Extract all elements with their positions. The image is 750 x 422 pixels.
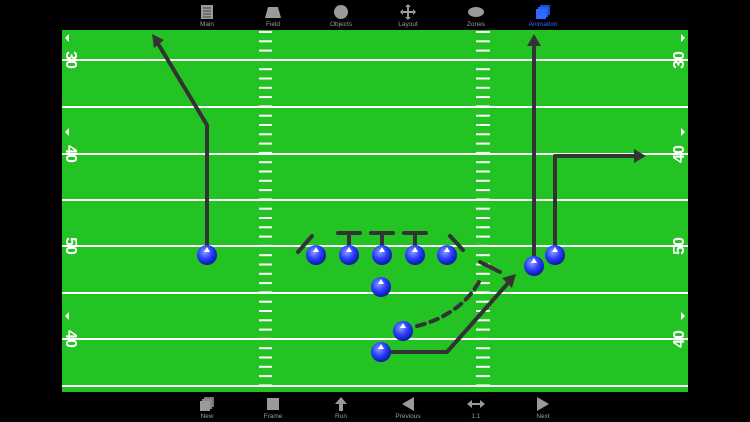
previous-label: Previous [395,413,421,420]
yard-number: 50 [671,237,688,255]
stacked-cubes-icon [536,5,550,19]
defender-marker [336,231,362,247]
next-label: Next [536,413,550,420]
hash-marks-right [476,31,490,387]
zones-label: Zones [466,21,486,28]
new-button[interactable]: New [177,396,237,420]
direction-arrow [65,34,69,42]
move-arrows-icon [400,4,416,20]
direction-arrow [681,34,685,42]
player-marker[interactable] [371,277,391,297]
bottom-toolbar: New Frame Run Previous 1:1 Next [0,392,750,422]
animation-button[interactable]: Animation [513,4,573,28]
right-triangle-icon [537,397,549,411]
document-icon [201,5,213,19]
next-button[interactable]: Next [513,396,573,420]
player-marker[interactable] [372,245,392,265]
frame-label: Frame [263,413,283,420]
top-toolbar: Main Field Objects Layout Zones Animatio… [0,0,750,30]
route-go [155,40,209,252]
player-marker[interactable] [545,245,565,265]
previous-button[interactable]: Previous [378,396,438,420]
defenders[interactable] [296,231,502,274]
player-marker[interactable] [405,245,425,265]
yard-number: 40 [671,330,688,348]
defender-marker [369,231,395,247]
circle-icon [334,5,348,19]
objects-button[interactable]: Objects [311,4,371,28]
main-label: Main [199,21,215,28]
player-marker[interactable] [371,342,391,362]
new-frames-icon [200,397,214,411]
layout-button[interactable]: Layout [378,4,438,28]
field-trapezoid-icon [265,7,281,18]
zones-button[interactable]: Zones [446,4,506,28]
objects-label: Objects [329,21,353,28]
yard-number: 40 [671,145,688,163]
hash-marks-left [259,31,272,387]
field-button[interactable]: Field [243,4,303,28]
player-marker[interactable] [393,321,413,341]
run-label: Run [335,413,347,420]
route-arrowheads [152,34,646,288]
up-arrow-icon [335,397,347,411]
route-dashed [415,278,482,328]
square-icon [267,398,279,410]
layout-label: Layout [398,21,418,28]
one-to-one-label: 1:1 [471,413,481,420]
main-button[interactable]: Main [177,4,237,28]
frame-button[interactable]: Frame [243,396,303,420]
animation-label: Animation [528,21,558,28]
routes[interactable] [155,40,636,354]
player-marker[interactable] [197,245,217,265]
yard-number: 30 [671,51,688,69]
player-marker[interactable] [437,245,457,265]
arrowhead [527,34,541,46]
yard-number: 40 [62,145,79,163]
yard-number: 40 [62,330,79,348]
ellipse-icon [468,7,484,17]
football-field[interactable]: 30 40 50 40 30 40 50 40 [62,30,688,392]
players[interactable] [197,245,565,362]
run-button[interactable]: Run [311,396,371,420]
route-out [553,154,636,254]
yard-lines [62,59,688,387]
left-triangle-icon [402,397,414,411]
direction-arrow [681,312,685,320]
direction-arrows [65,34,685,320]
horizontal-arrows-icon [467,400,485,408]
new-label: New [200,413,214,420]
player-marker[interactable] [339,245,359,265]
yard-number: 50 [62,237,79,255]
player-marker[interactable] [524,256,544,276]
one-to-one-button[interactable]: 1:1 [446,396,506,420]
yard-number: 30 [62,51,79,69]
arrowhead [634,149,646,163]
direction-arrow [65,128,69,136]
player-marker[interactable] [306,245,326,265]
field-label: Field [265,21,281,28]
direction-arrow [65,312,69,320]
defender-marker [402,231,428,247]
direction-arrow [681,128,685,136]
field-canvas[interactable]: 30 40 50 40 30 40 50 40 [62,30,688,392]
